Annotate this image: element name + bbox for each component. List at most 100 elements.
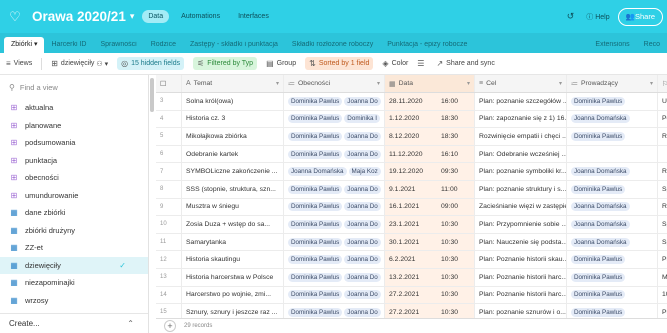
row-number[interactable]: 5 bbox=[156, 128, 182, 145]
cell-data[interactable]: 19.12.2020 09:30 bbox=[385, 163, 475, 180]
cell-cel[interactable]: Plan: Poznanie historii harc... bbox=[475, 286, 567, 304]
row-number[interactable]: 12 bbox=[156, 251, 182, 268]
table-row[interactable]: 6 Odebranie kartek Dominika Pawlus Joanna D… bbox=[156, 145, 667, 164]
hidden-fields-button[interactable]: ◎ 15 hidden fields bbox=[117, 57, 185, 70]
sidebar-scrollbar[interactable] bbox=[150, 78, 154, 112]
add-record-button[interactable]: + bbox=[164, 320, 176, 332]
filter-button[interactable]: ⚟ Filtered by Typ bbox=[193, 57, 258, 70]
cell-prowadzacy[interactable]: Dominika Pawlus bbox=[567, 286, 658, 304]
cell-temat[interactable]: SYMBOLiczne zakończenie ... bbox=[182, 163, 284, 180]
cell-extra[interactable]: Pr bbox=[658, 251, 667, 268]
table-row[interactable]: 9 Musztra w śniegu Dominika Pawlus Joanna D… bbox=[156, 198, 667, 217]
cell-temat[interactable]: Historia cz. 3 bbox=[182, 110, 284, 128]
cell-data[interactable]: 13.2.2021 10:30 bbox=[385, 268, 475, 286]
view-item[interactable]: ⊞ umundurowanie bbox=[0, 187, 148, 205]
view-item[interactable]: ⊞ aktualna bbox=[0, 99, 148, 117]
current-view-button[interactable]: ⊞ dziewięciły ⚇ ▾ bbox=[51, 59, 108, 68]
cell-temat[interactable]: Samarytanka bbox=[182, 233, 284, 251]
cell-prowadzacy[interactable]: Dominika Pawlus bbox=[567, 268, 658, 286]
nav-data[interactable]: Data bbox=[142, 10, 170, 23]
cell-cel[interactable]: Plan: poznanie szczegółów ... bbox=[475, 93, 567, 110]
cell-data[interactable]: 16.1.2021 09:00 bbox=[385, 198, 475, 216]
column-header-temat[interactable]: A Temat ▾ bbox=[182, 75, 284, 92]
cell-prowadzacy[interactable]: Dominika Pawlus bbox=[567, 180, 658, 198]
view-item[interactable]: ▦ dane zbiórki bbox=[0, 204, 148, 222]
cell-obecnosci[interactable]: Joanna Domańska Maja Koz bbox=[284, 163, 385, 180]
row-number[interactable]: 6 bbox=[156, 145, 182, 163]
table-row[interactable]: 3 Solna król(owa) Dominika Pawlus Joanna Do… bbox=[156, 93, 667, 111]
cell-prowadzacy[interactable]: Joanna Domańska bbox=[567, 216, 658, 233]
cell-temat[interactable]: Zosia Duza + wstęp do sa... bbox=[182, 216, 284, 233]
row-number[interactable]: 8 bbox=[156, 180, 182, 198]
view-item[interactable]: ▦ wrzosy bbox=[0, 292, 148, 310]
view-item[interactable]: ⊞ podsumowania bbox=[0, 134, 148, 152]
cell-obecnosci[interactable]: Dominika PawlusJoanna Do bbox=[284, 286, 385, 304]
help-button[interactable]: ⓘ Help bbox=[586, 12, 609, 22]
cell-extra[interactable]: Ra bbox=[658, 199, 667, 216]
cell-obecnosci[interactable]: Dominika PawlusJoanna Do bbox=[284, 216, 385, 233]
tab-skladki[interactable]: Składki rozłożone roboczy bbox=[285, 37, 380, 53]
cell-prowadzacy[interactable]: Joanna Domańska bbox=[567, 198, 658, 216]
heart-logo-icon[interactable]: ♡ bbox=[8, 9, 22, 24]
tab-rodzice[interactable]: Rodzice bbox=[144, 37, 183, 53]
cell-cel[interactable]: Plan: Przypomnienie sobie ... bbox=[475, 216, 567, 233]
chevron-down-icon[interactable]: ▾ bbox=[130, 11, 135, 22]
cell-extra[interactable]: Po bbox=[658, 111, 667, 128]
cell-extra[interactable] bbox=[658, 146, 667, 163]
cell-data[interactable]: 11.12.2020 16:10 bbox=[385, 145, 475, 163]
color-button[interactable]: ◈ Color bbox=[382, 59, 408, 68]
views-button[interactable]: ≡ Views bbox=[6, 59, 32, 68]
cell-prowadzacy[interactable]: Dominika Pawlus bbox=[567, 251, 658, 268]
table-row[interactable]: 13 Historia harcerstwa w Polsce Dominika P… bbox=[156, 268, 667, 287]
tab-zbiorki[interactable]: Zbiórki ▾ bbox=[4, 37, 45, 53]
view-item[interactable]: ▦ ZZ-et bbox=[0, 239, 148, 257]
base-title[interactable]: Orawa 2020/21 bbox=[32, 9, 126, 24]
cell-obecnosci[interactable]: Dominika PawlusJoanna Do bbox=[284, 233, 385, 251]
table-row[interactable]: 10 Zosia Duza + wstęp do sa... Dominika Pa… bbox=[156, 216, 667, 234]
cell-cel[interactable]: Plan: Poznanie historii skau... bbox=[475, 251, 567, 268]
reco-button[interactable]: Reco bbox=[637, 37, 667, 53]
cell-cel[interactable]: Plan: poznanie symboliki kr... bbox=[475, 163, 567, 180]
column-header-obecnosci[interactable]: ≔ Obecności ▾ bbox=[284, 75, 385, 92]
row-number[interactable]: 3 bbox=[156, 93, 182, 110]
view-item[interactable]: ▦ niezapominajki bbox=[0, 274, 148, 292]
cell-obecnosci[interactable]: Dominika Pawlus Dominika I bbox=[284, 110, 385, 128]
create-view-button[interactable]: Create... ⌃ bbox=[0, 313, 148, 333]
cell-temat[interactable]: Historia skautingu bbox=[182, 251, 284, 268]
table-row[interactable]: 7 SYMBOLiczne zakończenie ... Joanna Domań… bbox=[156, 163, 667, 181]
cell-temat[interactable]: Mikołajkowa zbiórka bbox=[182, 128, 284, 145]
tab-zastepy[interactable]: Zastępy - składki i punktacja bbox=[183, 37, 285, 53]
nav-automations[interactable]: Automations bbox=[175, 10, 226, 23]
share-button[interactable]: 👥 Share bbox=[617, 7, 663, 26]
share-sync-button[interactable]: ↗ Share and sync bbox=[436, 59, 494, 68]
cell-extra[interactable]: 10 bbox=[658, 287, 667, 304]
nav-interfaces[interactable]: Interfaces bbox=[232, 10, 275, 23]
group-button[interactable]: ▤ Group bbox=[266, 59, 296, 68]
cell-obecnosci[interactable]: Dominika PawlusJoanna Do bbox=[284, 128, 385, 145]
cell-cel[interactable]: Zacieśnianie więzi w zastępie bbox=[475, 198, 567, 216]
tab-sprawnosci[interactable]: Sprawności bbox=[94, 37, 144, 53]
cell-cel[interactable]: Plan: Odebranie wcześniej ... bbox=[475, 145, 567, 163]
cell-cel[interactable]: Plan: Poznanie historii harc... bbox=[475, 268, 567, 286]
cell-data[interactable]: 23.1.2021 10:30 bbox=[385, 216, 475, 233]
table-row[interactable]: 5 Mikołajkowa zbiórka Dominika Pawlus Joann… bbox=[156, 128, 667, 146]
row-number[interactable]: 9 bbox=[156, 198, 182, 216]
cell-extra[interactable]: Ur bbox=[658, 93, 667, 110]
cell-data[interactable]: 9.1.2021 11:00 bbox=[385, 180, 475, 198]
sort-button[interactable]: ⇅ Sorted by 1 field bbox=[305, 57, 374, 70]
row-number[interactable]: 13 bbox=[156, 268, 182, 286]
cell-obecnosci[interactable]: Dominika PawlusJoanna Do bbox=[284, 145, 385, 163]
table-row[interactable]: 11 Samarytanka Dominika Pawlus Joanna Do 30.… bbox=[156, 233, 667, 252]
cell-cel[interactable]: Plan: Nauczenie się podsta... bbox=[475, 233, 567, 251]
view-item[interactable]: ▦ dziewięciły ✓ bbox=[0, 256, 148, 274]
cell-temat[interactable]: Solna król(owa) bbox=[182, 93, 284, 110]
cell-data[interactable]: 8.12.2020 18:30 bbox=[385, 128, 475, 145]
cell-obecnosci[interactable]: Dominika PawlusJoanna Do bbox=[284, 198, 385, 216]
extensions-button[interactable]: Extensions bbox=[588, 37, 636, 53]
column-header-prowadzacy[interactable]: ≔ Prowadzący ▾ bbox=[567, 75, 658, 92]
select-all-checkbox[interactable]: ☐ bbox=[156, 75, 182, 92]
cell-extra[interactable]: Ra bbox=[658, 163, 667, 180]
cell-data[interactable]: 1.12.2020 18:30 bbox=[385, 110, 475, 128]
row-number[interactable]: 4 bbox=[156, 110, 182, 128]
column-header-data[interactable]: ▦ Data ▾ bbox=[385, 75, 475, 92]
